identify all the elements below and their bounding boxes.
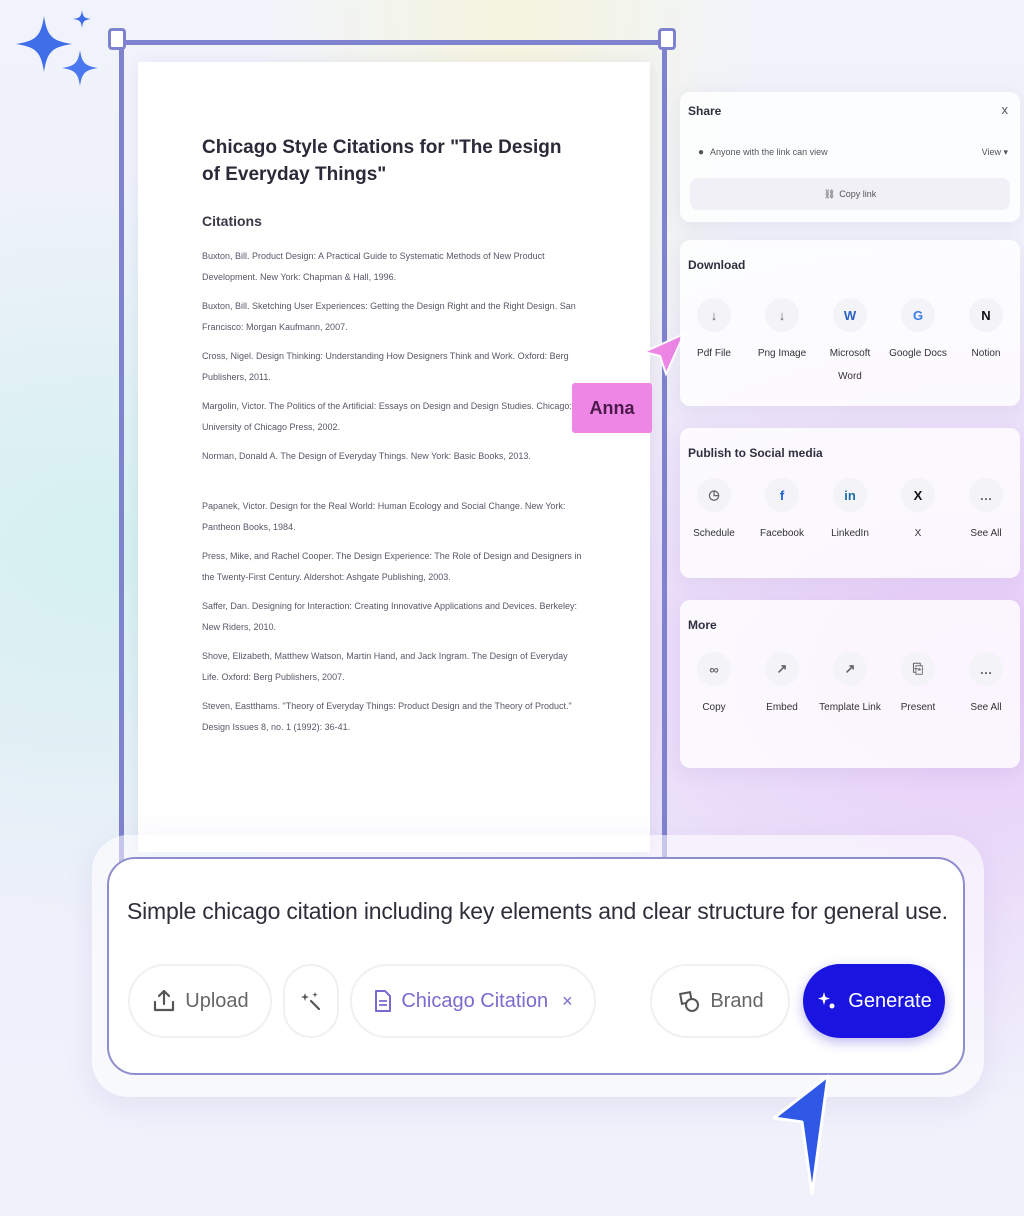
download-pdf-option[interactable]: ↓ Pdf File bbox=[680, 298, 748, 388]
document-icon bbox=[375, 990, 392, 1012]
upload-button[interactable]: Upload bbox=[128, 964, 272, 1038]
citation-item: Buxton, Bill. Sketching User Experiences… bbox=[202, 301, 576, 332]
collaborator-tag: Anna bbox=[572, 383, 652, 433]
word-icon: W bbox=[833, 298, 867, 332]
link-icon: ⛓ bbox=[823, 188, 836, 199]
download-icon: ↓ bbox=[765, 298, 799, 332]
sparkle-icon bbox=[16, 10, 98, 86]
copy-link-button[interactable]: ⛓ Copy link bbox=[690, 178, 1010, 210]
option-label: See All bbox=[970, 702, 1002, 713]
embed-option[interactable]: ↗ Embed bbox=[748, 652, 816, 719]
template-chip[interactable]: Chicago Citation × bbox=[350, 964, 596, 1038]
social-panel: Publish to Social media ◷ Schedule f Fac… bbox=[680, 428, 1020, 578]
magic-prompt-button[interactable] bbox=[283, 964, 339, 1038]
share-panel-title: Share bbox=[688, 104, 722, 118]
option-label: Microsoft Word bbox=[829, 348, 871, 382]
template-chip-label: Chicago Citation bbox=[401, 989, 549, 1012]
citation-list: Buxton, Bill. Product Design: A Practica… bbox=[202, 246, 586, 746]
globe-icon: ● bbox=[698, 146, 705, 158]
linkedin-icon: in bbox=[833, 478, 867, 512]
option-label: Facebook bbox=[760, 528, 804, 539]
option-label: Embed bbox=[766, 702, 798, 713]
citation-item: Papanek, Victor. Design for the Real Wor… bbox=[202, 501, 566, 532]
x-icon: X bbox=[901, 478, 935, 512]
citation-item: Margolin, Victor. The Politics of the Ar… bbox=[202, 401, 572, 432]
google-docs-icon: G bbox=[901, 298, 935, 332]
citation-item: Norman, Donald A. The Design of Everyday… bbox=[202, 451, 531, 461]
citation-item: Saffer, Dan. Designing for Interaction: … bbox=[202, 601, 578, 632]
magic-wand-icon bbox=[301, 992, 321, 1011]
option-label: Google Docs bbox=[889, 348, 947, 359]
schedule-option[interactable]: ◷ Schedule bbox=[680, 478, 748, 545]
template-link-option[interactable]: ↗ Template Link bbox=[816, 652, 884, 719]
linkedin-option[interactable]: in LinkedIn bbox=[816, 478, 884, 545]
option-label: Template Link bbox=[819, 702, 881, 713]
option-label: Png Image bbox=[757, 348, 807, 359]
more-see-all-option[interactable]: … See All bbox=[952, 652, 1020, 719]
share-access-text: Anyone with the link can view bbox=[710, 147, 828, 157]
share-panel: Share x ● Anyone with the link can view … bbox=[680, 92, 1020, 222]
more-options: ∞ Copy ↗ Embed ↗ Template Link ⎘ Present… bbox=[680, 652, 1020, 719]
notion-icon: N bbox=[969, 298, 1003, 332]
upload-icon bbox=[154, 989, 175, 1012]
social-panel-title: Publish to Social media bbox=[688, 446, 823, 460]
more-panel-title: More bbox=[688, 618, 717, 632]
generate-button[interactable]: Generate bbox=[803, 964, 945, 1038]
brand-button[interactable]: Brand bbox=[650, 964, 790, 1038]
close-icon[interactable]: x bbox=[1002, 102, 1009, 117]
citation-item: Steven, Eastthams. "Theory of Everyday T… bbox=[202, 701, 572, 732]
brand-label: Brand bbox=[710, 989, 764, 1012]
download-icon: ↓ bbox=[697, 298, 731, 332]
option-label: LinkedIn bbox=[831, 528, 869, 539]
generate-label: Generate bbox=[848, 989, 932, 1012]
template-link-icon: ↗ bbox=[833, 652, 867, 686]
citation-item: Cross, Nigel. Design Thinking: Understan… bbox=[202, 351, 569, 382]
embed-icon: ↗ bbox=[765, 652, 799, 686]
download-panel: Download ↓ Pdf File ↓ Png Image W Micros… bbox=[680, 240, 1020, 406]
upload-label: Upload bbox=[185, 989, 249, 1012]
social-options: ◷ Schedule f Facebook in LinkedIn X X … … bbox=[680, 478, 1020, 545]
prompt-input[interactable]: Simple chicago citation including key el… bbox=[127, 898, 948, 925]
download-google-docs-option[interactable]: G Google Docs bbox=[884, 298, 952, 388]
share-access-row: ● Anyone with the link can view View ▾ bbox=[698, 142, 1008, 162]
download-png-option[interactable]: ↓ Png Image bbox=[748, 298, 816, 388]
copy-link-label: Copy link bbox=[839, 189, 877, 199]
social-see-all-option[interactable]: … See All bbox=[952, 478, 1020, 545]
citation-item: Press, Mike, and Rachel Cooper. The Desi… bbox=[202, 551, 582, 582]
more-icon: … bbox=[969, 652, 1003, 686]
document-subheading: Citations bbox=[202, 213, 262, 229]
option-label: Present bbox=[900, 702, 936, 713]
option-label: Pdf File bbox=[697, 348, 731, 359]
option-label: X bbox=[914, 528, 922, 539]
clock-icon: ◷ bbox=[697, 478, 731, 512]
option-label: Schedule bbox=[693, 528, 735, 539]
resize-handle-top-left[interactable] bbox=[108, 28, 126, 50]
option-label: Copy bbox=[702, 702, 726, 713]
download-word-option[interactable]: W Microsoft Word bbox=[816, 298, 884, 388]
facebook-icon: f bbox=[765, 478, 799, 512]
citation-item: Buxton, Bill. Product Design: A Practica… bbox=[202, 251, 545, 282]
download-notion-option[interactable]: N Notion bbox=[952, 298, 1020, 388]
sparkle-icon bbox=[818, 992, 835, 1009]
present-option[interactable]: ⎘ Present bbox=[884, 652, 952, 719]
download-options: ↓ Pdf File ↓ Png Image W Microsoft Word … bbox=[680, 298, 1020, 388]
permission-value: View bbox=[981, 146, 1001, 157]
copy-option[interactable]: ∞ Copy bbox=[680, 652, 748, 719]
download-panel-title: Download bbox=[688, 258, 746, 272]
present-icon: ⎘ bbox=[901, 652, 935, 686]
document-title: Chicago Style Citations for "The Design … bbox=[202, 137, 562, 185]
x-option[interactable]: X X bbox=[884, 478, 952, 545]
facebook-option[interactable]: f Facebook bbox=[748, 478, 816, 545]
option-label: See All bbox=[970, 528, 1002, 539]
option-label: Notion bbox=[971, 348, 1001, 359]
more-icon: … bbox=[969, 478, 1003, 512]
remove-chip-icon[interactable]: × bbox=[562, 991, 573, 1012]
link-icon: ∞ bbox=[697, 652, 731, 686]
permission-select[interactable]: View ▾ bbox=[982, 147, 1008, 158]
citation-item: Shove, Elizabeth, Matthew Watson, Martin… bbox=[202, 651, 568, 682]
more-panel: More ∞ Copy ↗ Embed ↗ Template Link ⎘ Pr… bbox=[680, 600, 1020, 768]
cursor-pointer-icon bbox=[772, 1074, 830, 1196]
resize-handle-top-right[interactable] bbox=[658, 28, 676, 50]
brand-icon bbox=[679, 991, 700, 1012]
